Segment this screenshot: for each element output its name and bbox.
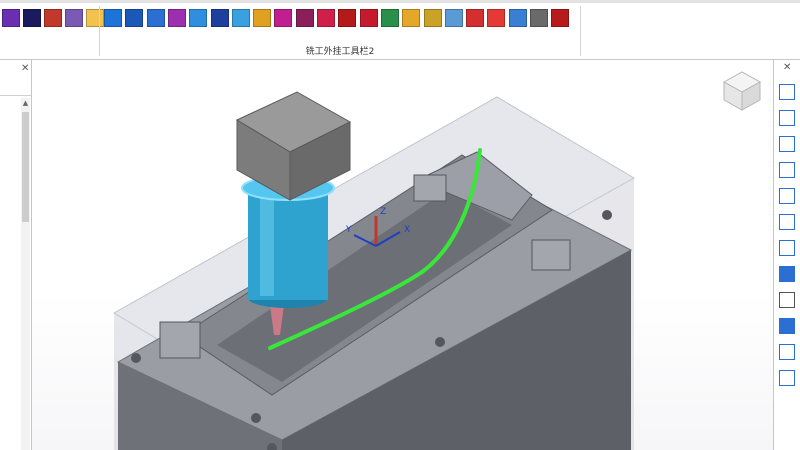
select-box-icon[interactable]	[779, 344, 795, 360]
multicolor-a-icon[interactable]	[231, 9, 250, 27]
ribbon-toolbar: 铣工外挂工具栏2	[0, 0, 800, 60]
grid-a-icon[interactable]	[167, 9, 186, 27]
sphere-icon[interactable]	[104, 9, 122, 27]
red-sheet-icon[interactable]	[487, 9, 506, 27]
gear-blue-icon[interactable]	[508, 9, 527, 27]
tool-stack-icon[interactable]	[444, 9, 463, 27]
layers-icon[interactable]	[125, 9, 144, 27]
gear-red-icon[interactable]	[44, 9, 62, 27]
render-b-icon[interactable]	[23, 9, 41, 27]
mold-boss-top	[413, 174, 447, 202]
zoom-rotate-icon[interactable]	[779, 162, 795, 178]
mold-scene: Z X Y	[113, 71, 762, 450]
cube-icon[interactable]	[65, 9, 83, 27]
number-badge-icon[interactable]	[466, 9, 485, 27]
contour-c-icon[interactable]	[317, 9, 335, 27]
panel-header: ✕	[0, 60, 31, 96]
mold-boss-right	[531, 239, 571, 271]
scroll-up-icon[interactable]: ▲	[21, 98, 30, 108]
bolt-hole	[435, 337, 445, 347]
grid-b-icon[interactable]	[189, 9, 208, 27]
close-icon[interactable]: ✕	[21, 63, 29, 74]
contour-b-icon[interactable]	[295, 9, 314, 27]
toolbar-group-caption: 铣工外挂工具栏2	[305, 47, 375, 57]
axis-z-label: Z	[380, 207, 386, 217]
zoom-arrow-icon[interactable]	[779, 240, 795, 256]
shaded-view-icon[interactable]	[779, 266, 795, 282]
contour-e-icon[interactable]	[359, 9, 378, 27]
select-undo-icon[interactable]	[779, 370, 795, 386]
document-icon[interactable]	[86, 9, 104, 27]
view-iso-icon[interactable]	[779, 110, 795, 126]
shaded-edges-icon[interactable]	[779, 318, 795, 334]
axis-y-label: Y	[345, 225, 352, 235]
bolt-hole	[602, 210, 612, 220]
left-tree-panel: ✕ ▲	[0, 60, 32, 450]
group-separator	[580, 6, 581, 56]
ribbon-tab-strip	[0, 0, 800, 3]
lightning-icon[interactable]	[253, 9, 272, 27]
zoom-window-icon[interactable]	[779, 214, 795, 230]
report-icon[interactable]	[530, 9, 548, 27]
wireframe-view-icon[interactable]	[779, 292, 795, 308]
brush-icon[interactable]	[402, 9, 421, 27]
bolt-hole	[131, 353, 141, 363]
view-cube-widget[interactable]	[722, 71, 762, 111]
view-cube-icon[interactable]	[779, 136, 795, 152]
close-icon[interactable]: ✕	[783, 62, 791, 73]
contour-d-icon[interactable]	[338, 9, 357, 27]
page-refresh-icon[interactable]	[779, 188, 795, 204]
group-separator	[99, 6, 100, 56]
contour-a-icon[interactable]	[274, 9, 293, 27]
mold-boss-left	[159, 321, 201, 359]
spindle-highlight	[260, 188, 274, 296]
bolt-hole	[251, 413, 261, 423]
pencil-icon[interactable]	[380, 9, 399, 27]
view-fit-icon[interactable]	[779, 84, 795, 100]
axis-x-label: X	[404, 225, 410, 235]
render-a-icon[interactable]	[2, 9, 20, 27]
toolpath-a-icon[interactable]	[146, 9, 165, 27]
scissors-icon[interactable]	[423, 9, 442, 27]
right-view-toolbar: ✕	[773, 60, 800, 450]
grid-c-icon[interactable]	[210, 9, 229, 27]
screen-icon[interactable]	[551, 9, 570, 27]
3d-viewport[interactable]: Z X Y	[32, 60, 773, 450]
scroll-thumb[interactable]	[22, 112, 29, 222]
